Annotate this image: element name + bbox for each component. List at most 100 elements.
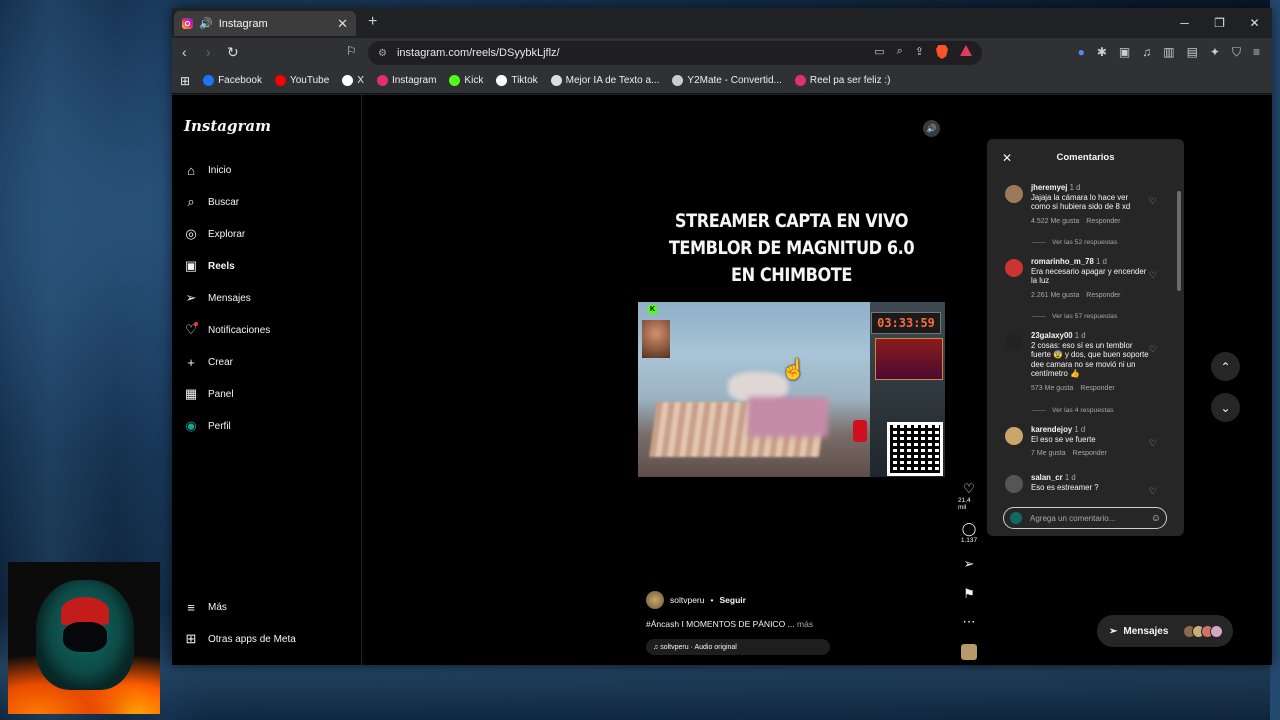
address-bar[interactable]: ⚙ instagram.com/reels/DSyybkLjflz/ ▭ ⌕ ⇪ [368,41,982,65]
comment-input[interactable]: Agrega un comentario... ☺ [1003,507,1167,529]
vpn-shield-icon[interactable]: ⛉ [1232,45,1241,60]
comments-scrollbar[interactable] [1177,191,1181,291]
bookmark-item[interactable]: Instagram [376,75,436,86]
minimize-icon[interactable]: ─ [1167,8,1202,38]
sidebar-item-label: Más [208,601,227,613]
reply-button[interactable]: Responder [1086,218,1120,225]
commenter-avatar[interactable] [1005,333,1023,351]
sidebar-item-reels[interactable]: ▣ Reels [184,258,235,273]
save-icon[interactable]: ⚑ [963,586,975,602]
reply-button[interactable]: Responder [1080,385,1114,392]
view-replies-link[interactable]: Ver las 52 respuestas [1032,239,1117,246]
brave-rewards-icon[interactable] [960,45,972,56]
commenter-avatar[interactable] [1005,259,1023,277]
tab-instagram[interactable]: 🔊 Instagram ✕ [174,11,356,36]
instagram-logo[interactable]: Instagram [184,117,271,135]
follow-button[interactable]: Seguir [719,595,745,605]
commenter-avatar[interactable] [1005,185,1023,203]
site-settings-icon[interactable]: ⚙ [378,48,387,59]
bookmark-item[interactable]: YouTube [274,75,329,86]
comment-username[interactable]: jheremyej [1031,183,1067,192]
reload-icon[interactable]: ↻ [227,44,239,61]
comment-like-icon[interactable]: ♡ [1149,196,1157,207]
close-comments-icon[interactable]: ✕ [1002,139,1012,177]
reply-button[interactable]: Responder [1086,292,1120,299]
author-avatar[interactable] [646,591,664,609]
leo-ai-icon[interactable]: ✦ [1210,45,1220,60]
tab-title: Instagram [218,17,268,30]
music-icon[interactable]: ♫ [1142,45,1151,60]
share-send-icon[interactable]: ➢ [964,556,975,572]
sidebar-item-mensajes[interactable]: ➢ Mensajes [184,290,251,305]
sidebar-item-explorar[interactable]: ◎ Explorar [184,226,245,241]
comment-like-icon[interactable]: ♡ [1149,344,1157,355]
sidebar-item-meta-apps[interactable]: ⊞ Otras apps de Meta [184,631,296,646]
commenter-avatar[interactable] [1005,475,1023,493]
comment-username[interactable]: karendejoy [1031,425,1072,434]
audio-thumbnail[interactable] [961,644,977,660]
restore-icon[interactable]: ❐ [1202,8,1237,38]
comment-likes[interactable]: 573 Me gusta [1031,385,1073,392]
speaker-icon[interactable]: 🔊 [199,17,213,30]
reel-video-frame[interactable]: K 03:33:59 ☝ [638,302,945,477]
comment-icon[interactable]: ◯ [962,521,977,537]
sidebar-item-notificaciones[interactable]: ♡ Notificaciones [184,322,270,337]
bookmark-item[interactable]: Mejor IA de Texto a... [550,75,659,86]
brave-shields-icon[interactable] [936,45,948,59]
comment-username[interactable]: 23galaxy00 [1031,331,1073,340]
share-icon[interactable]: ⇪ [915,45,924,59]
like-icon[interactable]: ♡ [963,481,975,497]
vpn-icon[interactable]: ● [1078,45,1085,60]
comment-like-icon[interactable]: ♡ [1149,270,1157,281]
next-reel-button[interactable]: ⌄ [1211,393,1240,422]
back-icon[interactable]: ‹ [182,44,187,60]
bookmark-item[interactable]: Reel pa ser feliz :) [794,75,890,86]
apps-grid-icon[interactable]: ⊞ [180,74,190,88]
bookmark-item[interactable]: Facebook [203,75,262,86]
wallet-icon[interactable]: ▤ [1187,45,1198,60]
close-window-icon[interactable]: ✕ [1237,8,1272,38]
menu-icon[interactable]: ≡ [1253,45,1260,60]
comment-username[interactable]: romarinho_m_78 [1031,257,1094,266]
sidebar-item-buscar[interactable]: ⌕ Buscar [184,194,239,209]
cast-icon[interactable]: ▭ [874,45,884,59]
sidebar-toggle-icon[interactable]: ▥ [1163,45,1174,60]
caption-more-link[interactable]: más [797,619,813,629]
author-name[interactable]: soltvperu [670,595,705,605]
volume-icon[interactable]: 🔊 [923,120,940,137]
extensions-icon[interactable]: ✱ [1097,45,1107,60]
audio-chip[interactable]: ♫ soltvperu · Audio original [646,639,830,655]
view-replies-link[interactable]: Ver las 4 respuestas [1032,407,1114,414]
sidebar-item-inicio[interactable]: ⌂ Inicio [184,163,231,178]
sidebar-item-more[interactable]: ≡ Más [184,600,227,615]
close-tab-icon[interactable]: ✕ [337,16,348,32]
reply-button[interactable]: Responder [1073,450,1107,457]
screenshot-icon[interactable]: ▣ [1119,45,1130,60]
bookmark-page-icon[interactable]: ⚐ [346,44,357,58]
comment-like-icon[interactable]: ♡ [1149,486,1157,497]
forward-icon[interactable]: › [206,44,211,60]
comment-likes[interactable]: 7 Me gusta [1031,450,1066,457]
sidebar-item-perfil[interactable]: ◉ Perfil [184,418,230,433]
extension-icons: ● ✱ ▣ ♫ ▥ ▤ ✦ ⛉ ≡ [1078,45,1260,60]
commenter-avatar[interactable] [1005,427,1023,445]
comment-likes[interactable]: 2.261 Me gusta [1031,292,1079,299]
bookmark-item[interactable]: Kick [449,75,483,86]
kick-logo-icon: K [648,305,657,314]
bookmark-item[interactable]: Tiktok [496,75,538,86]
sidebar-item-panel[interactable]: ▦ Panel [184,386,234,401]
previous-reel-button[interactable]: ⌃ [1211,352,1240,381]
zoom-icon[interactable]: ⌕ [897,45,903,59]
new-tab-button[interactable]: + [368,13,377,31]
view-replies-link[interactable]: Ver las 57 respuestas [1032,313,1117,320]
comment-likes[interactable]: 4.522 Me gusta [1031,218,1079,225]
reel-player[interactable]: 🔊 STREAMER CAPTA EN VIVO TEMBLOR DE MAGN… [637,114,946,665]
bookmark-item[interactable]: Y2Mate - Convertid... [672,75,782,86]
comment-username[interactable]: salan_cr [1031,473,1063,482]
bookmark-item[interactable]: X [342,75,364,86]
sidebar-item-crear[interactable]: + Crear [184,355,233,370]
comment-like-icon[interactable]: ♡ [1149,438,1157,449]
emoji-icon[interactable]: ☺ [1151,513,1161,524]
more-options-icon[interactable]: ⋯ [963,614,976,630]
messages-button[interactable]: ➢ Mensajes [1097,615,1233,647]
